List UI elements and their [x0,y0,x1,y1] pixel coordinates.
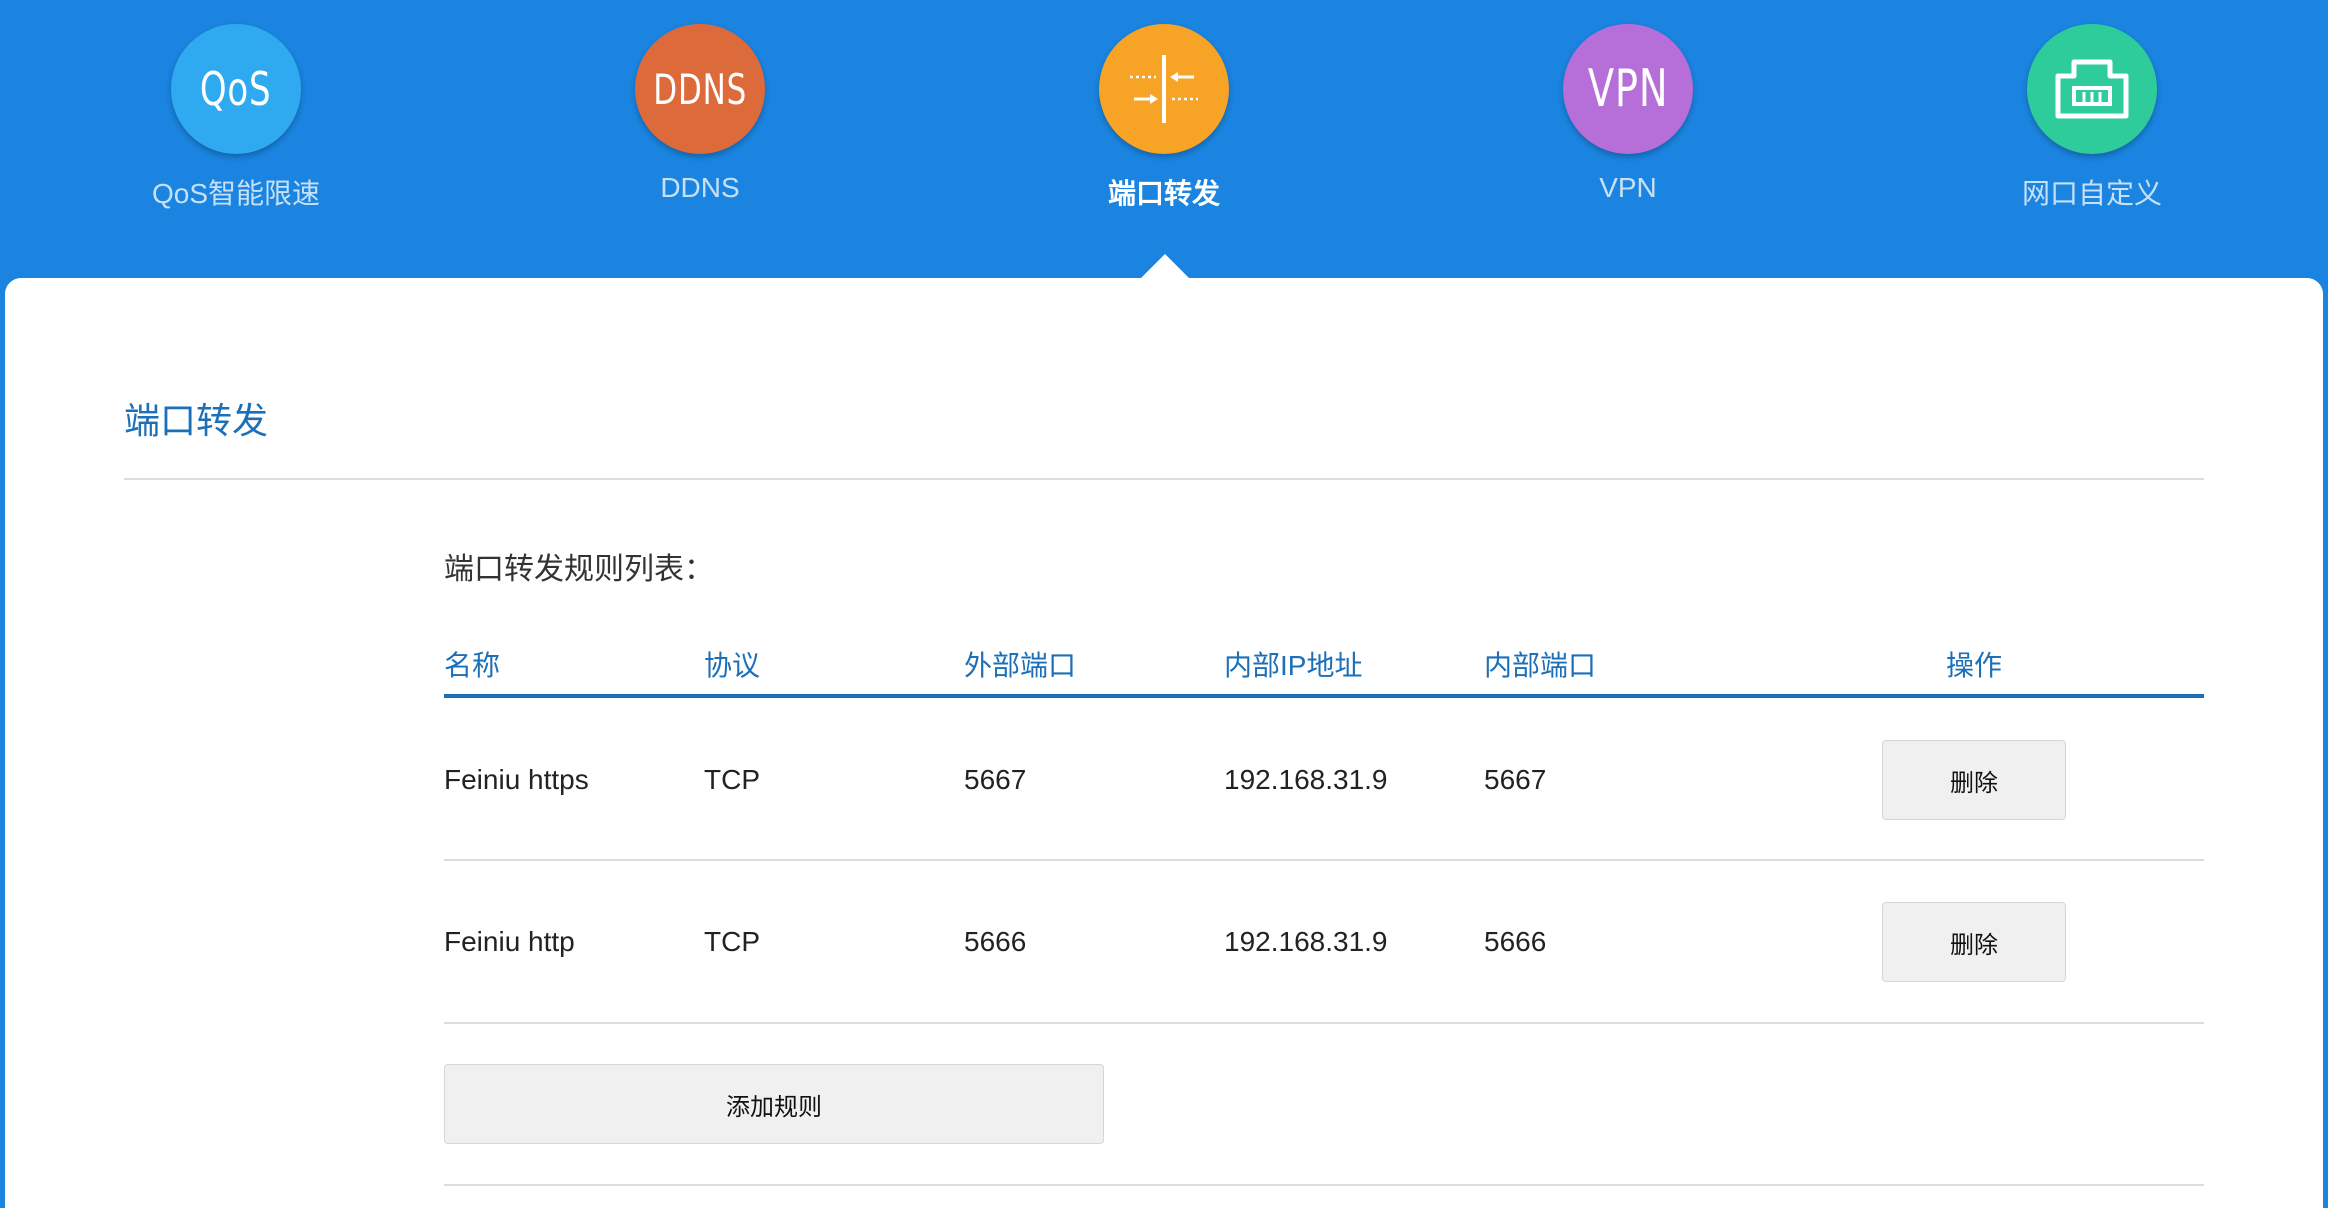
header-underline [444,694,2204,698]
page-title: 端口转发 [124,400,269,441]
nav-item-vpn[interactable]: VPN VPN [1478,24,1778,204]
cell-external-port: 5666 [964,926,1027,957]
cell-external-port: 5667 [964,764,1027,795]
delete-button[interactable]: 删除 [1882,902,2066,982]
port-forward-icon [1099,24,1229,154]
qos-icon: QoS [171,24,301,154]
nav-label-vpn: VPN [1599,172,1657,203]
ethernet-port-icon [2027,24,2157,154]
title-divider [124,478,2204,480]
nav-item-port-forward[interactable]: 端口转发 [1014,24,1314,212]
row-divider [444,859,2204,861]
cell-name: Feiniu https [444,764,589,795]
top-nav-bar: QoS QoS智能限速 DDNS DDNS 端口转发 VPN VPN 网口自定义 [0,0,2328,278]
port-forward-glyph [1130,55,1198,123]
nav-label-qos: QoS智能限速 [151,178,321,209]
add-rule-button[interactable]: 添加规则 [444,1064,1104,1144]
vpn-icon: VPN [1563,24,1693,154]
active-tab-indicator [1141,254,1189,278]
nav-label-ethernet-custom: 网口自定义 [2021,178,2162,209]
ethernet-port-glyph [2055,59,2129,119]
nav-item-ddns[interactable]: DDNS DDNS [550,24,850,204]
nav-label-ddns: DDNS [660,172,740,203]
cell-protocol: TCP [704,926,760,957]
header-internal-port: 内部端口 [1484,650,1597,681]
cell-protocol: TCP [704,764,760,795]
delete-button[interactable]: 删除 [1882,740,2066,820]
header-protocol: 协议 [704,650,761,681]
rules-list-title: 端口转发规则列表： [444,553,714,586]
ddns-icon: DDNS [635,24,765,154]
nav-label-port-forward: 端口转发 [1107,178,1220,209]
row-divider [444,1022,2204,1024]
cell-name: Feiniu http [444,926,575,957]
header-name: 名称 [444,650,501,681]
cell-internal-ip: 192.168.31.9 [1224,764,1388,795]
bottom-divider [444,1184,2204,1186]
cell-internal-ip: 192.168.31.9 [1224,926,1388,957]
cell-internal-port: 5667 [1484,764,1547,795]
cell-internal-port: 5666 [1484,926,1547,957]
header-action: 操作 [1946,650,2003,681]
nav-item-ethernet-custom[interactable]: 网口自定义 [1942,24,2242,212]
header-internal-ip: 内部IP地址 [1224,650,1363,681]
nav-item-qos[interactable]: QoS QoS智能限速 [86,24,386,212]
header-external-port: 外部端口 [964,650,1077,681]
